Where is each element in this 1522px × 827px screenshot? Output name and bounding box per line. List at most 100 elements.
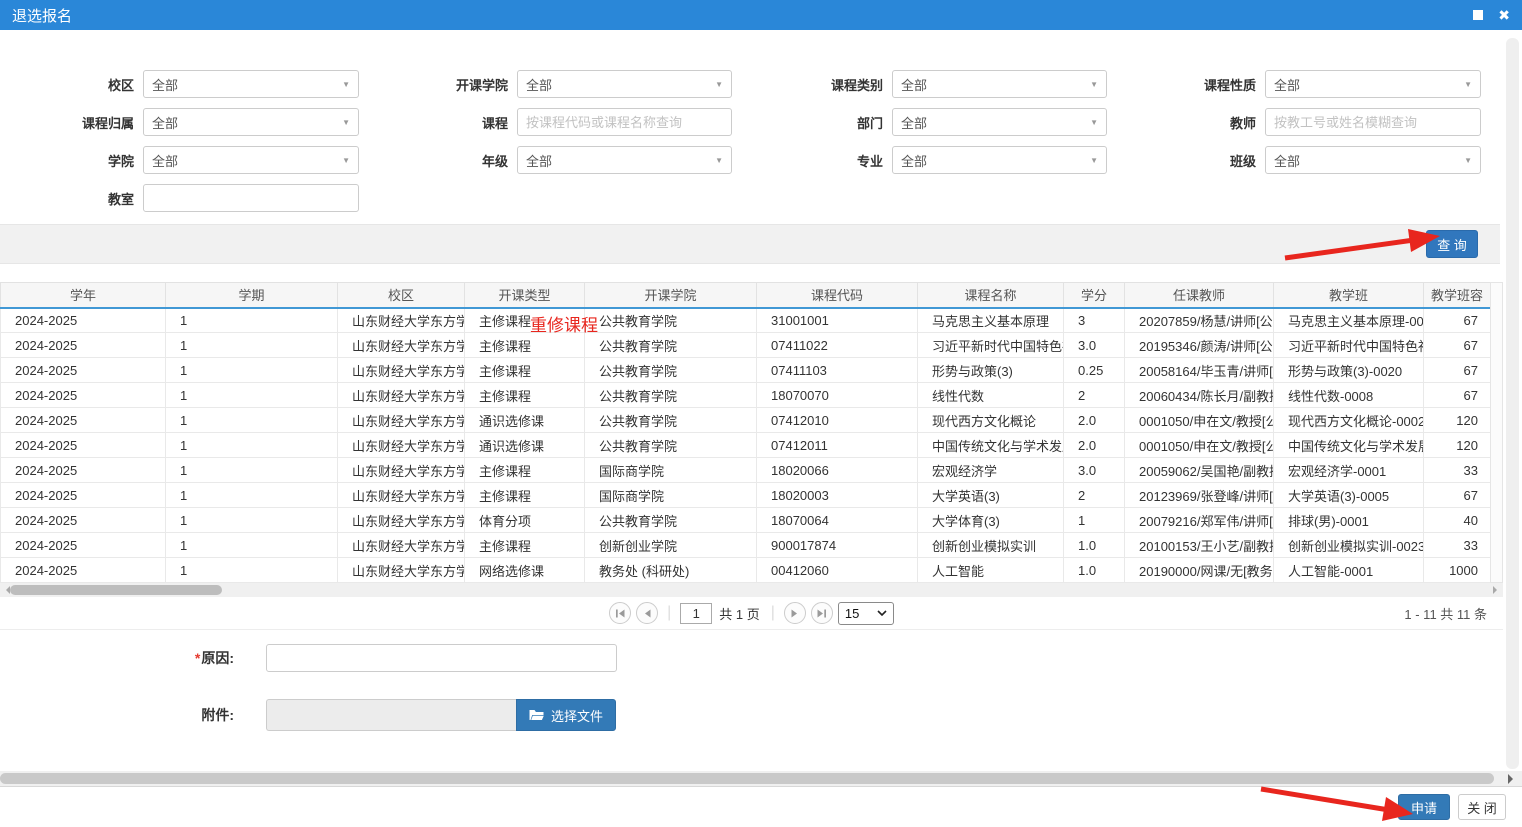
cell[interactable]: 20058164/毕玉青/讲师[公 — [1125, 358, 1274, 383]
cell[interactable]: 形势与政策(3) — [918, 358, 1064, 383]
course-nature-select[interactable]: 全部▼ — [1265, 70, 1481, 98]
cell[interactable]: 创新创业学院 — [585, 533, 757, 558]
cell[interactable]: 31001001 — [757, 308, 918, 333]
cell[interactable]: 18070064 — [757, 508, 918, 533]
cell[interactable]: 18070070 — [757, 383, 918, 408]
apply-button[interactable]: 申请 — [1398, 794, 1450, 820]
cell[interactable]: 大学英语(3) — [918, 483, 1064, 508]
cell[interactable]: 40 — [1424, 508, 1491, 533]
cell[interactable]: 山东财经大学东方学院 — [338, 408, 465, 433]
table-row[interactable]: 2024-20251山东财经大学东方学院主修课程公共教育学院18070070线性… — [1, 383, 1491, 408]
campus-select[interactable]: 全部▼ — [143, 70, 359, 98]
cell[interactable]: 07412011 — [757, 433, 918, 458]
cell[interactable]: 3 — [1064, 308, 1125, 333]
cell[interactable]: 山东财经大学东方学院 — [338, 308, 465, 333]
cell[interactable]: 公共教育学院 — [585, 333, 757, 358]
table-row[interactable]: 2024-20251山东财经大学东方学院主修课程公共教育学院31001001马克… — [1, 308, 1491, 333]
cell[interactable]: 67 — [1424, 358, 1491, 383]
department-select[interactable]: 全部▼ — [892, 108, 1107, 136]
first-page-button[interactable] — [609, 602, 631, 624]
cell[interactable]: 线性代数-0008 — [1274, 383, 1424, 408]
dialog-horizontal-scrollbar[interactable] — [0, 771, 1522, 786]
dialog-vertical-scrollbar[interactable] — [1506, 38, 1519, 769]
cell[interactable]: 2 — [1064, 483, 1125, 508]
cell[interactable]: 2 — [1064, 383, 1125, 408]
major-select[interactable]: 全部▼ — [892, 146, 1107, 174]
cell[interactable]: 宏观经济学 — [918, 458, 1064, 483]
cell[interactable]: 宏观经济学-0001 — [1274, 458, 1424, 483]
cell[interactable]: 马克思主义基本原理 — [918, 308, 1064, 333]
scroll-right-icon[interactable] — [1493, 586, 1501, 594]
last-page-button[interactable] — [811, 602, 833, 624]
grade-select[interactable]: 全部▼ — [517, 146, 732, 174]
class-select[interactable]: 全部▼ — [1265, 146, 1481, 174]
cell[interactable]: 07411103 — [757, 358, 918, 383]
cell[interactable]: 主修课程 — [465, 533, 585, 558]
cell[interactable]: 120 — [1424, 408, 1491, 433]
cell[interactable]: 马克思主义基本原理-000 — [1274, 308, 1424, 333]
table-row[interactable]: 2024-20251山东财经大学东方学院主修课程创新创业学院900017874创… — [1, 533, 1491, 558]
cell[interactable]: 1 — [166, 458, 338, 483]
cell[interactable]: 大学体育(3) — [918, 508, 1064, 533]
teacher-search-input[interactable] — [1265, 108, 1481, 136]
cell[interactable]: 1 — [166, 433, 338, 458]
cell[interactable]: 1 — [166, 558, 338, 583]
cell[interactable]: 2024-2025 — [1, 483, 166, 508]
offering-college-select[interactable]: 全部▼ — [517, 70, 732, 98]
cell[interactable]: 公共教育学院 — [585, 433, 757, 458]
query-button[interactable]: 查 询 — [1426, 230, 1478, 258]
cell[interactable]: 公共教育学院 — [585, 508, 757, 533]
cell[interactable]: 人工智能-0001 — [1274, 558, 1424, 583]
cell[interactable]: 公共教育学院 — [585, 383, 757, 408]
table-row[interactable]: 2024-20251山东财经大学东方学院主修课程国际商学院18020066宏观经… — [1, 458, 1491, 483]
cell[interactable]: 2024-2025 — [1, 508, 166, 533]
table-hscroll-thumb[interactable] — [10, 585, 222, 595]
cell[interactable]: 山东财经大学东方学院 — [338, 358, 465, 383]
maximize-icon[interactable] — [1473, 10, 1483, 20]
college-select[interactable]: 全部▼ — [143, 146, 359, 174]
cell[interactable]: 通识选修课 — [465, 433, 585, 458]
cell[interactable]: 20060434/陈长月/副教授 — [1125, 383, 1274, 408]
cell[interactable]: 2.0 — [1064, 408, 1125, 433]
cell[interactable]: 主修课程 — [465, 358, 585, 383]
scroll-right-icon[interactable] — [1508, 774, 1518, 784]
cell[interactable]: 67 — [1424, 483, 1491, 508]
prev-page-button[interactable] — [636, 602, 658, 624]
cell[interactable]: 人工智能 — [918, 558, 1064, 583]
cell[interactable]: 33 — [1424, 458, 1491, 483]
table-vertical-scrollbar[interactable] — [1490, 282, 1503, 583]
table-row[interactable]: 2024-20251山东财经大学东方学院体育分项公共教育学院18070064大学… — [1, 508, 1491, 533]
cell[interactable]: 20190000/网课/无[教务处 — [1125, 558, 1274, 583]
cell[interactable]: 山东财经大学东方学院 — [338, 558, 465, 583]
cell[interactable]: 现代西方文化概论 — [918, 408, 1064, 433]
cell[interactable]: 1 — [166, 483, 338, 508]
cell[interactable]: 20079216/郑军伟/讲师[公 — [1125, 508, 1274, 533]
cell[interactable]: 山东财经大学东方学院 — [338, 458, 465, 483]
course-category-select[interactable]: 全部▼ — [892, 70, 1107, 98]
cell[interactable]: 创新创业模拟实训 — [918, 533, 1064, 558]
cell[interactable]: 120 — [1424, 433, 1491, 458]
page-size-select[interactable]: 15 — [838, 602, 894, 625]
cell[interactable]: 主修课程 — [465, 383, 585, 408]
cell[interactable]: 2024-2025 — [1, 433, 166, 458]
cell[interactable]: 1.0 — [1064, 558, 1125, 583]
cell[interactable]: 2.0 — [1064, 433, 1125, 458]
cell[interactable]: 2024-2025 — [1, 383, 166, 408]
close-button[interactable]: 关 闭 — [1458, 794, 1506, 820]
cell[interactable]: 体育分项 — [465, 508, 585, 533]
cell[interactable]: 山东财经大学东方学院 — [338, 433, 465, 458]
cell[interactable]: 公共教育学院 — [585, 408, 757, 433]
course-search-input[interactable] — [517, 108, 732, 136]
cell[interactable]: 18020066 — [757, 458, 918, 483]
cell[interactable]: 20195346/颜涛/讲师[公共 — [1125, 333, 1274, 358]
cell[interactable]: 国际商学院 — [585, 483, 757, 508]
cell[interactable]: 山东财经大学东方学院 — [338, 508, 465, 533]
cell[interactable]: 0001050/申在文/教授[公 — [1125, 433, 1274, 458]
choose-file-button[interactable]: 选择文件 — [516, 699, 616, 731]
cell[interactable]: 2024-2025 — [1, 308, 166, 333]
cell[interactable]: 1 — [166, 333, 338, 358]
cell[interactable]: 20123969/张登峰/讲师[国 — [1125, 483, 1274, 508]
cell[interactable]: 形势与政策(3)-0020 — [1274, 358, 1424, 383]
cell[interactable]: 大学英语(3)-0005 — [1274, 483, 1424, 508]
cell[interactable]: 3.0 — [1064, 458, 1125, 483]
